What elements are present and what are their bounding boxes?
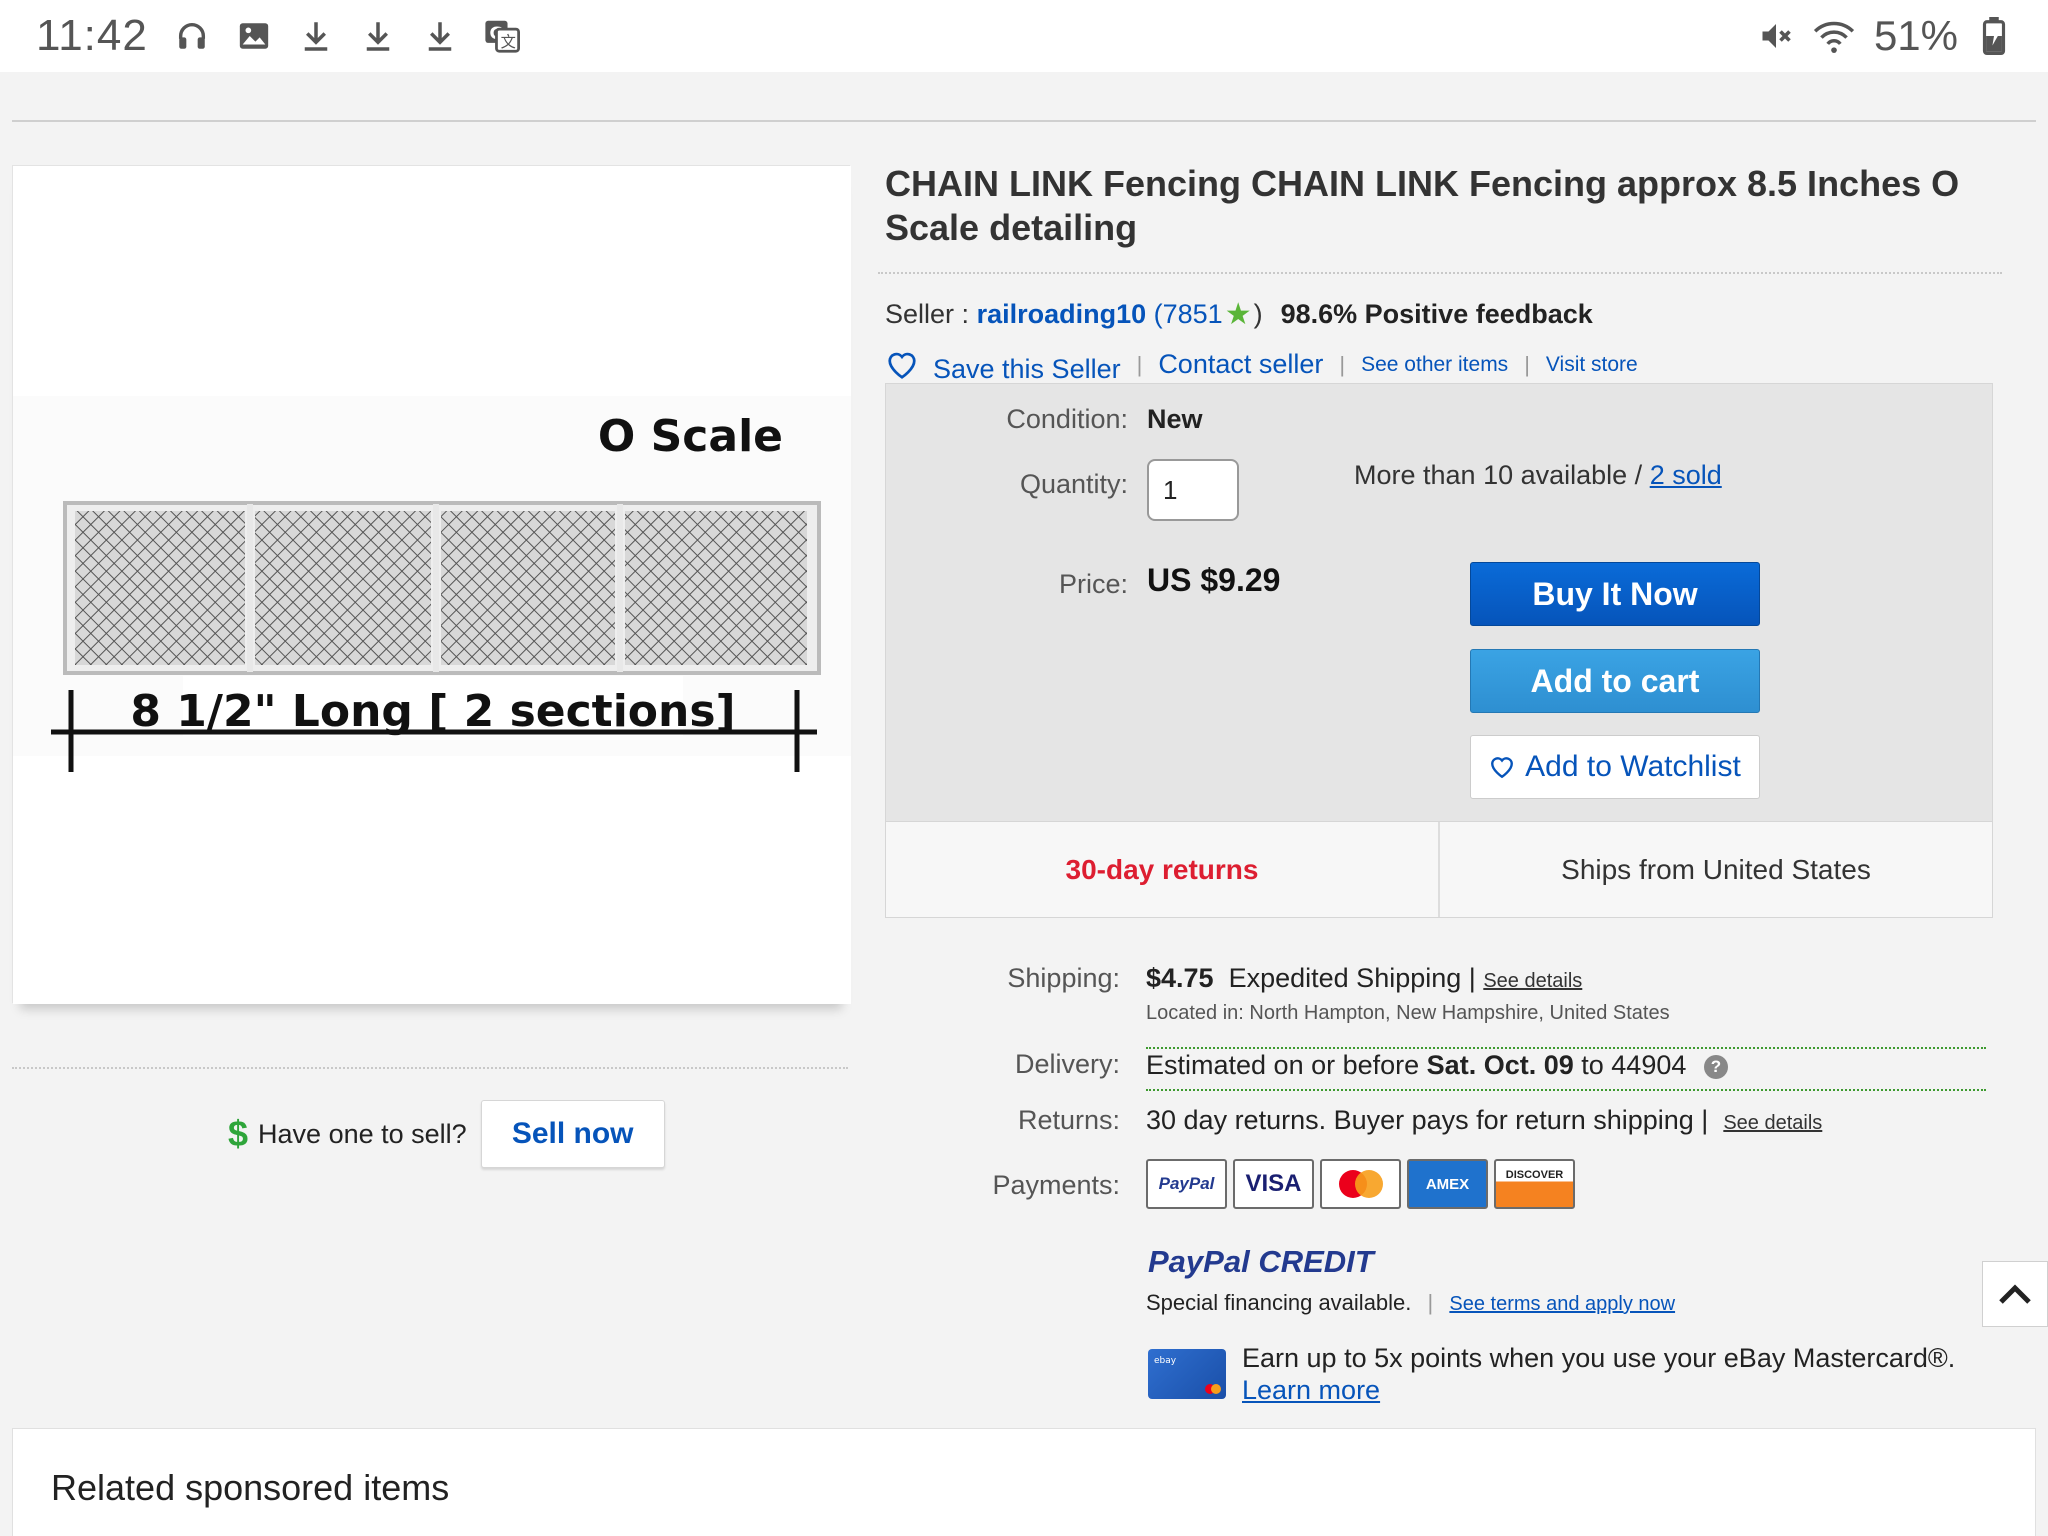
battery-charging-icon — [1976, 16, 2012, 56]
returns-value: 30 day returns. Buyer pays for return sh… — [1146, 1105, 1822, 1136]
related-sponsored-section: Related sponsored items — [12, 1428, 2036, 1536]
star-icon: ★ — [1224, 298, 1252, 331]
paypal-credit-logo-icon: PayPal CREDIT — [1148, 1244, 1374, 1279]
terms-apply-link[interactable]: See terms and apply now — [1449, 1293, 1675, 1315]
shipping-see-details-link[interactable]: See details — [1483, 970, 1582, 992]
wifi-icon — [1812, 16, 1856, 56]
status-time: 11:42 — [36, 11, 148, 60]
product-image[interactable]: O Scale 8 1/2" Long [ 2 sections] — [12, 165, 851, 1004]
shipping-method: Expedited Shipping | — [1228, 963, 1476, 993]
sold-link[interactable]: 2 sold — [1650, 460, 1722, 490]
condition-value: New — [1147, 404, 1203, 434]
page-title: CHAIN LINK Fencing CHAIN LINK Fencing ap… — [885, 163, 1960, 248]
visa-logo-icon: VISA — [1233, 1159, 1314, 1209]
discover-logo-icon: DISCOVER — [1494, 1159, 1575, 1209]
image-icon — [236, 16, 272, 56]
buy-box-badges: 30-day returns Ships from United States — [886, 821, 1992, 917]
download-icon — [422, 16, 458, 56]
help-icon[interactable]: ? — [1703, 1054, 1728, 1079]
seller-info: Seller : railroading10 (7851 ★) 98.6% Po… — [885, 298, 1593, 331]
see-other-items-link[interactable]: See other items — [1361, 353, 1508, 377]
download-icon — [360, 16, 396, 56]
dollar-icon: $ — [228, 1113, 249, 1154]
chevron-up-icon — [1998, 1283, 2032, 1305]
delivery-zip: to 44904 — [1581, 1050, 1687, 1080]
image-label-scale: O Scale — [598, 411, 783, 462]
amex-logo-icon: AMEX — [1407, 1159, 1488, 1209]
visit-store-link[interactable]: Visit store — [1546, 353, 1638, 377]
left-divider — [12, 1067, 848, 1069]
mastercard-promo: Earn up to 5x points when you use your e… — [1242, 1342, 1955, 1406]
financing-text: Special financing available. — [1146, 1290, 1412, 1315]
seller-name-link[interactable]: railroading10 — [977, 299, 1147, 330]
delivery-value: Estimated on or before Sat. Oct. 09 to 4… — [1146, 1050, 1728, 1081]
ships-from-badge: Ships from United States — [1438, 822, 1992, 917]
payment-logos: PayPal VISA AMEX DISCOVER — [1146, 1159, 1575, 1209]
paypal-financing: Special financing available. | See terms… — [1146, 1290, 1676, 1315]
price-label: Price: — [1058, 569, 1128, 599]
svg-text:ebay: ebay — [1154, 1356, 1177, 1366]
buy-box: Condition: New Quantity: 1 More than 10 … — [885, 383, 1993, 918]
translate-icon: G文 — [484, 16, 520, 56]
heart-icon[interactable] — [885, 350, 919, 380]
download-icon — [298, 16, 334, 56]
shipping-label: Shipping: — [1007, 963, 1120, 993]
ebay-mastercard-icon: ebay — [1148, 1349, 1226, 1399]
seller-label: Seller : — [885, 299, 970, 329]
shipping-value: $4.75 Expedited Shipping | See details — [1146, 963, 1582, 994]
add-to-watchlist-button[interactable]: Add to Watchlist — [1470, 735, 1760, 799]
headphones-icon — [174, 16, 210, 56]
returns-badge: 30-day returns — [1065, 853, 1259, 885]
add-to-cart-button[interactable]: Add to cart — [1470, 649, 1760, 713]
battery-percent: 51% — [1873, 12, 1958, 59]
returns-label: Returns: — [1017, 1105, 1120, 1135]
delivery-date: Sat. Oct. 09 — [1426, 1050, 1574, 1080]
paypal-logo-icon: PayPal — [1146, 1159, 1227, 1209]
item-location: Located in: North Hampton, New Hampshire… — [1146, 1002, 1670, 1024]
contact-seller-link[interactable]: Contact seller — [1158, 349, 1323, 380]
heart-icon — [1489, 755, 1515, 779]
sell-promo: $ Have one to sell? Sell now — [228, 1100, 665, 1168]
seller-actions: Save this Seller | Contact seller | See … — [885, 344, 1638, 385]
shipping-price: $4.75 — [1146, 963, 1214, 993]
title-divider — [878, 272, 2002, 274]
payments-label: Payments: — [992, 1170, 1120, 1200]
returns-see-details-link[interactable]: See details — [1723, 1112, 1822, 1134]
feedback-count[interactable]: 7851 — [1163, 299, 1223, 330]
watchlist-label: Add to Watchlist — [1525, 750, 1741, 783]
svg-text:文: 文 — [500, 33, 515, 51]
header-divider — [12, 120, 2036, 122]
mastercard-promo-text: Earn up to 5x points when you use your e… — [1242, 1343, 1956, 1373]
image-label-length: 8 1/2" Long [ 2 sections] — [130, 686, 735, 737]
availability: More than 10 available / 2 sold — [1354, 460, 1722, 491]
related-title: Related sponsored items — [51, 1467, 450, 1508]
quantity-label: Quantity: — [1019, 469, 1128, 499]
condition-label: Condition: — [1006, 404, 1128, 434]
delivery-label: Delivery: — [1014, 1049, 1120, 1079]
sell-now-button[interactable]: Sell now — [480, 1100, 665, 1168]
learn-more-link[interactable]: Learn more — [1242, 1375, 1380, 1405]
availability-text: More than 10 available / — [1354, 460, 1643, 490]
status-bar: 11:42 G文 51% — [0, 0, 2048, 72]
buy-it-now-button[interactable]: Buy It Now — [1470, 562, 1760, 626]
positive-feedback: 98.6% Positive feedback — [1280, 299, 1593, 329]
mastercard-logo-icon — [1320, 1159, 1401, 1209]
delivery-prefix: Estimated on or before — [1146, 1050, 1420, 1080]
save-seller-link[interactable]: Save this Seller — [933, 354, 1121, 385]
scroll-to-top-button[interactable] — [1982, 1261, 2048, 1327]
mute-icon — [1758, 16, 1794, 56]
returns-text: 30 day returns. Buyer pays for return sh… — [1146, 1105, 1709, 1135]
price-value: US $9.29 — [1147, 562, 1281, 598]
sell-prompt: Have one to sell? — [258, 1118, 467, 1149]
quantity-input[interactable]: 1 — [1147, 459, 1239, 521]
